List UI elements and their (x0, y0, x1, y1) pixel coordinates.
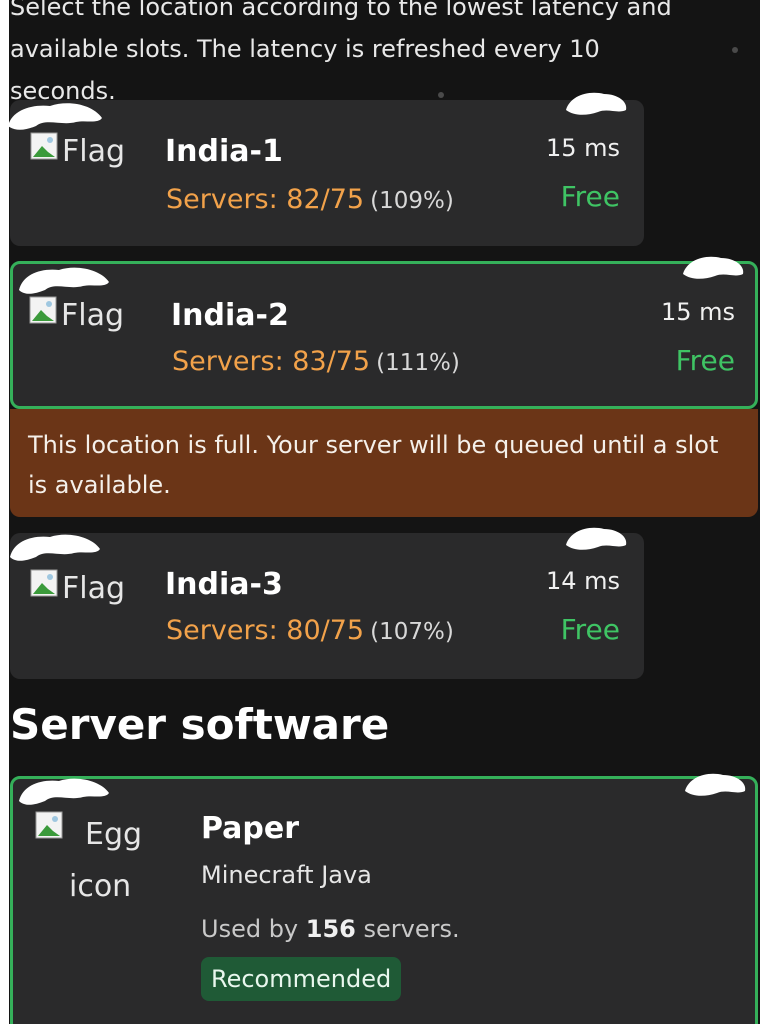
flag-image: Flag (30, 132, 126, 169)
servers-count: Servers: 80/75 (107%) (166, 615, 454, 646)
latency: 15 ms (660, 298, 735, 326)
intro-text: Select the location according to the low… (10, 0, 750, 112)
software-usage: Used by 156 servers. (201, 915, 460, 943)
status-free: Free (560, 180, 620, 213)
location-selection-screen: Select the location according to the low… (0, 0, 768, 1024)
location-name: India-3 (165, 567, 283, 602)
location-card-india-2[interactable]: Flag India-2 Servers: 83/75 (111%) 15 ms … (10, 256, 758, 409)
flag-alt-text: Flag (61, 298, 125, 333)
location-card-india-1[interactable]: Flag India-1 Servers: 82/75 (109%) 15 ms … (8, 92, 644, 246)
intro-line-2: available slots. The latency is refreshe… (10, 35, 600, 63)
broken-image-icon (35, 811, 63, 839)
flag-alt-text: Flag (62, 134, 126, 169)
snow-cap-decoration (19, 267, 109, 294)
status-free: Free (560, 613, 620, 646)
snow-cap-decoration (566, 527, 627, 550)
snow-cap-decoration (19, 778, 109, 805)
servers-count: Servers: 82/75 (109%) (166, 184, 454, 215)
software-name: Paper (201, 811, 300, 846)
egg-alt-text-line1: Egg (85, 817, 143, 852)
egg-image: Egg icon (35, 809, 175, 913)
flag-image: Flag (30, 569, 126, 606)
snow-cap-decoration (8, 103, 102, 130)
software-game: Minecraft Java (201, 861, 372, 889)
servers-label: Servers: 80/75 (166, 615, 365, 646)
usage-suffix: servers. (363, 915, 460, 943)
location-name: India-1 (165, 134, 283, 169)
location-name: India-2 (171, 298, 289, 333)
intro-line-1: Select the location according to the low… (10, 0, 672, 21)
section-title-server-software: Server software (10, 700, 390, 749)
status-free: Free (675, 344, 735, 377)
broken-image-icon (29, 296, 57, 323)
left-border (0, 0, 9, 1024)
location-card-india-3[interactable]: Flag India-3 Servers: 80/75 (107%) 14 ms … (10, 527, 644, 679)
snow-cap-decoration (685, 773, 746, 796)
servers-percent: (111%) (376, 350, 460, 376)
snow-cap-decoration (683, 256, 744, 279)
background-dot (438, 92, 444, 98)
right-border (760, 0, 768, 1024)
servers-label: Servers: 82/75 (166, 184, 365, 215)
egg-alt-text-line2: icon (69, 869, 132, 904)
software-card-paper[interactable]: Egg icon Paper Minecraft Java Used by 15… (10, 773, 758, 1024)
flag-image: Flag (29, 296, 125, 333)
usage-count: 156 (305, 915, 356, 943)
latency: 14 ms (545, 567, 620, 595)
servers-percent: (109%) (370, 188, 454, 214)
flag-alt-text: Flag (62, 571, 126, 606)
servers-label: Servers: 83/75 (172, 346, 371, 377)
location-full-notice: This location is full. Your server will … (10, 409, 758, 517)
broken-image-icon (30, 132, 58, 159)
snow-cap-decoration (10, 534, 100, 561)
usage-prefix: Used by (201, 915, 299, 943)
servers-percent: (107%) (370, 619, 454, 645)
snow-cap-decoration (566, 92, 627, 115)
recommended-badge: Recommended (201, 957, 402, 1001)
servers-count: Servers: 83/75 (111%) (172, 346, 460, 377)
background-dot (732, 47, 738, 53)
latency: 15 ms (545, 134, 620, 162)
broken-image-icon (30, 569, 58, 596)
